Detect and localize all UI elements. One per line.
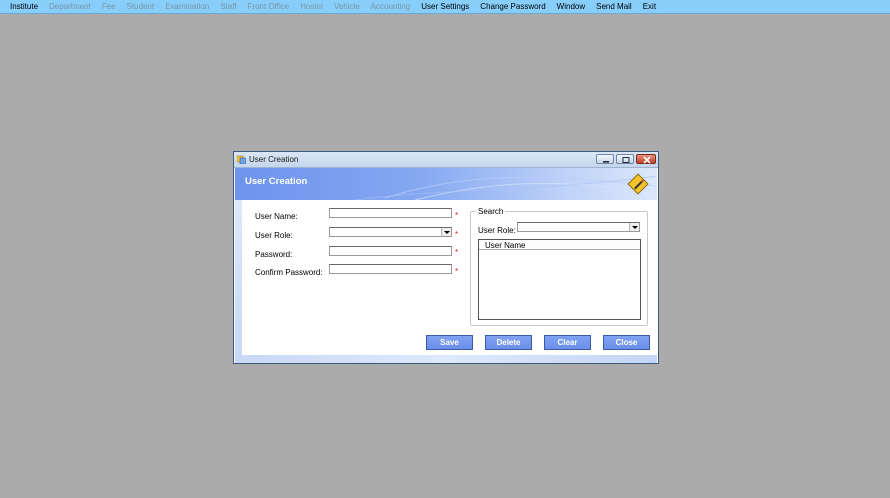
close-window-button[interactable] [636, 154, 656, 164]
header-banner: User Creation [235, 168, 657, 200]
menu-item-exit[interactable]: Exit [637, 0, 661, 13]
search-user-role-select[interactable] [517, 222, 640, 232]
user-name-input[interactable] [329, 208, 452, 218]
required-marker: * [455, 267, 459, 276]
clear-button[interactable]: Clear [544, 335, 591, 350]
menu-item-vehicle[interactable]: Vehicle [328, 0, 365, 13]
delete-button[interactable]: Delete [485, 335, 532, 350]
menu-item-institute[interactable]: Institute [0, 0, 44, 13]
menu-item-window[interactable]: Window [551, 0, 590, 13]
menu-item-student[interactable]: Student [121, 0, 160, 13]
maximize-button[interactable] [616, 154, 634, 164]
window-title: User Creation [249, 155, 299, 164]
password-input[interactable] [329, 246, 452, 256]
menu-item-send-mail[interactable]: Send Mail [591, 0, 638, 13]
user-role-select[interactable] [329, 227, 452, 237]
chevron-down-icon[interactable] [441, 228, 451, 236]
menu-item-user-settings[interactable]: User Settings [416, 0, 475, 13]
menu-item-staff[interactable]: Staff [215, 0, 242, 13]
list-column-header[interactable]: User Name [479, 240, 640, 250]
menu-item-hostel[interactable]: Hostel [295, 0, 329, 13]
banner-title: User Creation [245, 176, 308, 187]
chevron-down-icon[interactable] [629, 223, 639, 231]
required-marker: * [455, 211, 459, 220]
app-icon [237, 155, 246, 164]
confirm-password-input[interactable] [329, 264, 452, 274]
confirm-password-label: Confirm Password: [255, 268, 323, 277]
menu-item-fee[interactable]: Fee [96, 0, 121, 13]
menu-item-department[interactable]: Department [44, 0, 97, 13]
search-legend: Search [476, 207, 506, 216]
minimize-icon [603, 161, 609, 163]
password-label: Password: [255, 250, 293, 259]
save-button[interactable]: Save [426, 335, 473, 350]
minimize-button[interactable] [596, 154, 614, 164]
user-name-list[interactable]: User Name [478, 239, 641, 320]
menu-item-front-office[interactable]: Front Office [242, 0, 295, 13]
menu-bar: Institute Department Fee Student Examination… [0, 0, 890, 14]
menu-item-accounting[interactable]: Accounting [365, 0, 416, 13]
search-user-role-label: User Role: [478, 226, 516, 235]
menu-item-examination[interactable]: Examination [160, 0, 215, 13]
required-marker: * [455, 248, 459, 257]
list-header-label: User Name [485, 241, 526, 250]
required-marker: * [455, 230, 459, 239]
maximize-icon [622, 157, 630, 163]
menu-item-change-password[interactable]: Change Password [475, 0, 551, 13]
close-button[interactable]: Close [603, 335, 650, 350]
edit-user-icon [627, 173, 649, 195]
bottom-frame-strip [235, 355, 657, 363]
user-role-label: User Role: [255, 231, 293, 240]
user-name-label: User Name: [255, 212, 298, 221]
close-icon [643, 156, 651, 164]
window-titlebar[interactable]: User Creation [234, 152, 658, 168]
